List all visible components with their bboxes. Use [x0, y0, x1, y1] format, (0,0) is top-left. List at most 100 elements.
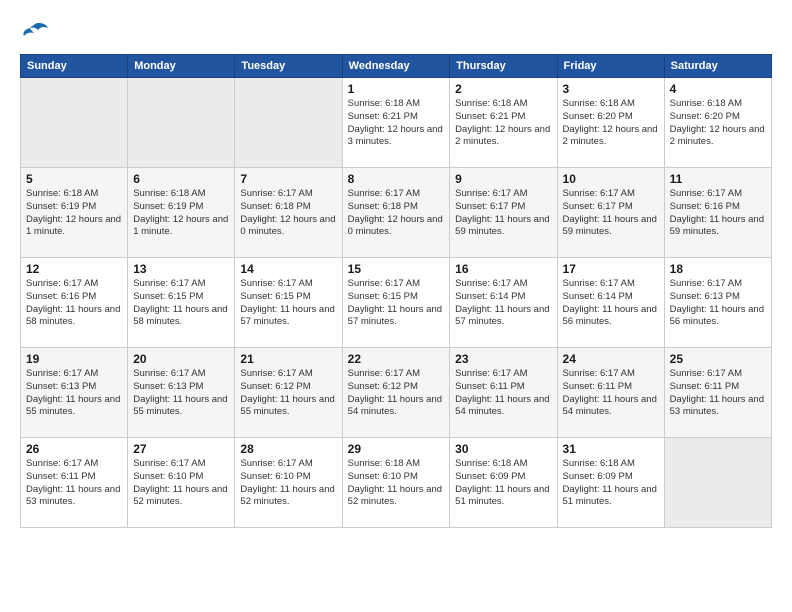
calendar-cell: 7Sunrise: 6:17 AMSunset: 6:18 PMDaylight…	[235, 168, 342, 258]
day-number: 31	[563, 442, 659, 456]
calendar-cell: 15Sunrise: 6:17 AMSunset: 6:15 PMDayligh…	[342, 258, 450, 348]
day-info: Sunrise: 6:17 AMSunset: 6:12 PMDaylight:…	[240, 368, 336, 419]
sunset-text: Sunset: 6:16 PM	[26, 291, 122, 304]
day-info: Sunrise: 6:18 AMSunset: 6:21 PMDaylight:…	[348, 98, 445, 149]
day-number: 11	[670, 172, 766, 186]
weekday-header-row: SundayMondayTuesdayWednesdayThursdayFrid…	[21, 55, 772, 78]
calendar-cell	[128, 78, 235, 168]
day-info: Sunrise: 6:18 AMSunset: 6:09 PMDaylight:…	[563, 458, 659, 509]
sunset-text: Sunset: 6:20 PM	[563, 111, 659, 124]
sunset-text: Sunset: 6:09 PM	[455, 471, 551, 484]
calendar-cell: 30Sunrise: 6:18 AMSunset: 6:09 PMDayligh…	[450, 438, 557, 528]
calendar-cell: 26 Sunrise: 6:17 AMSunset: 6:11 PMDayligh…	[21, 438, 128, 528]
sunset-text: Sunset: 6:16 PM	[670, 201, 766, 214]
daylight-text: Daylight: 11 hours and 54 minutes.	[348, 394, 445, 420]
sunset-text: Sunset: 6:12 PM	[240, 381, 336, 394]
sunrise-text: Sunrise: 6:18 AM	[670, 98, 766, 111]
day-info: Sunrise: 6:18 AMSunset: 6:09 PMDaylight:…	[455, 458, 551, 509]
daylight-text: Daylight: 11 hours and 58 minutes.	[26, 304, 122, 330]
day-number: 20	[133, 352, 229, 366]
day-info: Sunrise: 6:17 AMSunset: 6:14 PMDaylight:…	[563, 278, 659, 329]
calendar-cell: 18Sunrise: 6:17 AMSunset: 6:13 PMDayligh…	[664, 258, 771, 348]
daylight-text: Daylight: 11 hours and 54 minutes.	[455, 394, 551, 420]
sunrise-text: Sunrise: 6:18 AM	[133, 188, 229, 201]
weekday-header-wednesday: Wednesday	[342, 55, 450, 78]
calendar-cell: 16Sunrise: 6:17 AMSunset: 6:14 PMDayligh…	[450, 258, 557, 348]
day-number: 12	[26, 262, 122, 276]
logo	[20, 20, 54, 44]
sunrise-text: Sunrise: 6:17 AM	[133, 458, 229, 471]
week-row-4: 19Sunrise: 6:17 AMSunset: 6:13 PMDayligh…	[21, 348, 772, 438]
daylight-text: Daylight: 12 hours and 1 minute.	[26, 214, 122, 240]
calendar-cell	[21, 78, 128, 168]
day-info: Sunrise: 6:18 AMSunset: 6:20 PMDaylight:…	[563, 98, 659, 149]
daylight-text: Daylight: 11 hours and 56 minutes.	[563, 304, 659, 330]
sunset-text: Sunset: 6:19 PM	[133, 201, 229, 214]
sunset-text: Sunset: 6:11 PM	[563, 381, 659, 394]
daylight-text: Daylight: 11 hours and 59 minutes.	[455, 214, 551, 240]
daylight-text: Daylight: 11 hours and 59 minutes.	[670, 214, 766, 240]
day-number: 15	[348, 262, 445, 276]
sunrise-text: Sunrise: 6:17 AM	[240, 278, 336, 291]
weekday-header-sunday: Sunday	[21, 55, 128, 78]
calendar-cell: 8Sunrise: 6:17 AMSunset: 6:18 PMDaylight…	[342, 168, 450, 258]
daylight-text: Daylight: 12 hours and 2 minutes.	[670, 124, 766, 150]
calendar-cell	[235, 78, 342, 168]
sunrise-text: Sunrise: 6:17 AM	[670, 188, 766, 201]
day-number: 4	[670, 82, 766, 96]
day-info: Sunrise: 6:17 AMSunset: 6:17 PMDaylight:…	[455, 188, 551, 239]
day-number: 1	[348, 82, 445, 96]
daylight-text: Daylight: 11 hours and 51 minutes.	[455, 484, 551, 510]
sunrise-text: Sunrise: 6:17 AM	[455, 278, 551, 291]
sunset-text: Sunset: 6:10 PM	[348, 471, 445, 484]
day-number: 18	[670, 262, 766, 276]
calendar-cell: 1 Sunrise: 6:18 AMSunset: 6:21 PMDaylight…	[342, 78, 450, 168]
sunset-text: Sunset: 6:12 PM	[348, 381, 445, 394]
calendar-cell: 19Sunrise: 6:17 AMSunset: 6:13 PMDayligh…	[21, 348, 128, 438]
sunrise-text: Sunrise: 6:17 AM	[563, 278, 659, 291]
weekday-header-thursday: Thursday	[450, 55, 557, 78]
daylight-text: Daylight: 11 hours and 53 minutes.	[26, 484, 122, 510]
daylight-text: Daylight: 11 hours and 58 minutes.	[133, 304, 229, 330]
sunset-text: Sunset: 6:18 PM	[348, 201, 445, 214]
day-info: Sunrise: 6:18 AMSunset: 6:19 PMDaylight:…	[133, 188, 229, 239]
sunrise-text: Sunrise: 6:18 AM	[455, 458, 551, 471]
sunset-text: Sunset: 6:15 PM	[240, 291, 336, 304]
day-info: Sunrise: 6:18 AMSunset: 6:10 PMDaylight:…	[348, 458, 445, 509]
week-row-2: 5Sunrise: 6:18 AMSunset: 6:19 PMDaylight…	[21, 168, 772, 258]
daylight-text: Daylight: 12 hours and 2 minutes.	[563, 124, 659, 150]
logo-icon	[20, 20, 50, 44]
day-info: Sunrise: 6:17 AMSunset: 6:18 PMDaylight:…	[240, 188, 336, 239]
daylight-text: Daylight: 12 hours and 2 minutes.	[455, 124, 551, 150]
weekday-header-saturday: Saturday	[664, 55, 771, 78]
day-info: Sunrise: 6:17 AMSunset: 6:11 PMDaylight:…	[26, 458, 122, 509]
sunrise-text: Sunrise: 6:17 AM	[133, 278, 229, 291]
sunset-text: Sunset: 6:10 PM	[133, 471, 229, 484]
sunrise-text: Sunrise: 6:17 AM	[348, 368, 445, 381]
day-info: Sunrise: 6:17 AMSunset: 6:18 PMDaylight:…	[348, 188, 445, 239]
day-info: Sunrise: 6:17 AMSunset: 6:11 PMDaylight:…	[670, 368, 766, 419]
daylight-text: Daylight: 12 hours and 0 minutes.	[240, 214, 336, 240]
sunset-text: Sunset: 6:13 PM	[670, 291, 766, 304]
day-info: Sunrise: 6:17 AMSunset: 6:11 PMDaylight:…	[563, 368, 659, 419]
sunset-text: Sunset: 6:20 PM	[670, 111, 766, 124]
sunrise-text: Sunrise: 6:17 AM	[563, 188, 659, 201]
day-info: Sunrise: 6:17 AMSunset: 6:13 PMDaylight:…	[133, 368, 229, 419]
calendar-cell: 29Sunrise: 6:18 AMSunset: 6:10 PMDayligh…	[342, 438, 450, 528]
day-info: Sunrise: 6:17 AMSunset: 6:15 PMDaylight:…	[133, 278, 229, 329]
calendar-cell: 3Sunrise: 6:18 AMSunset: 6:20 PMDaylight…	[557, 78, 664, 168]
sunset-text: Sunset: 6:21 PM	[348, 111, 445, 124]
sunrise-text: Sunrise: 6:17 AM	[455, 368, 551, 381]
day-number: 17	[563, 262, 659, 276]
calendar-cell: 10Sunrise: 6:17 AMSunset: 6:17 PMDayligh…	[557, 168, 664, 258]
day-number: 16	[455, 262, 551, 276]
day-info: Sunrise: 6:18 AMSunset: 6:19 PMDaylight:…	[26, 188, 122, 239]
day-number: 26	[26, 442, 122, 456]
sunset-text: Sunset: 6:17 PM	[563, 201, 659, 214]
day-info: Sunrise: 6:17 AMSunset: 6:17 PMDaylight:…	[563, 188, 659, 239]
day-number: 13	[133, 262, 229, 276]
sunrise-text: Sunrise: 6:17 AM	[26, 458, 122, 471]
calendar-cell: 21Sunrise: 6:17 AMSunset: 6:12 PMDayligh…	[235, 348, 342, 438]
calendar-cell: 9Sunrise: 6:17 AMSunset: 6:17 PMDaylight…	[450, 168, 557, 258]
sunrise-text: Sunrise: 6:17 AM	[26, 278, 122, 291]
